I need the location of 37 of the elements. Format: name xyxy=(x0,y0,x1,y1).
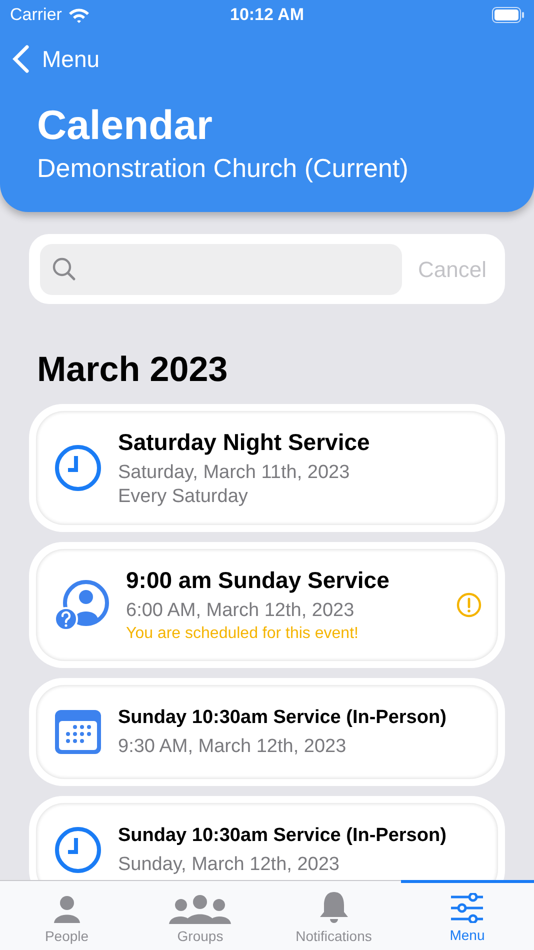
tab-item[interactable]: Notifications xyxy=(267,881,400,950)
page-title: Calendar xyxy=(37,100,214,150)
event-card[interactable]: Sunday 10:30am Service (In-Person) Sunday, March 12th, 2023 xyxy=(29,796,505,880)
tab-item[interactable]: People xyxy=(0,881,134,950)
person-question-icon xyxy=(54,579,110,631)
event-card[interactable]: Sunday 10:30am Service (In-Person) 9:30 AM, March 12th, 2023 xyxy=(29,678,505,786)
person-icon xyxy=(52,894,82,924)
event-detail: Every Saturday xyxy=(118,485,249,509)
wifi-icon xyxy=(68,7,90,23)
clock-icon xyxy=(54,444,102,492)
event-title: Sunday 10:30am Service (In-Person) xyxy=(118,824,448,848)
event-card[interactable]: 9:00 am Sunday Service 6:00 AM, March 12th, 2023 You are scheduled for this event! xyxy=(29,542,505,668)
group-icon xyxy=(169,894,232,924)
event-title: Sunday 10:30am Service (In-Person) xyxy=(118,706,448,730)
bell-icon xyxy=(318,890,350,924)
section-heading: March 2023 xyxy=(36,349,229,391)
calendar-icon xyxy=(54,709,102,755)
event-title: 9:00 am Sunday Service xyxy=(126,566,390,595)
event-detail: Sunday, March 12th, 2023 xyxy=(118,853,340,877)
tab-item[interactable]: Menu xyxy=(400,880,534,949)
battery-icon xyxy=(492,7,524,23)
chevron-left-icon xyxy=(12,45,30,74)
event-detail: 6:00 AM, March 12th, 2023 xyxy=(126,599,356,623)
event-detail: Saturday, March 11th, 2023 xyxy=(118,461,351,485)
search-icon xyxy=(52,257,76,281)
sliders-icon xyxy=(450,893,484,923)
clock-icon xyxy=(54,826,102,874)
carrier-label: Carrier xyxy=(10,4,62,26)
tab-item[interactable]: Groups xyxy=(134,881,267,950)
search-field[interactable] xyxy=(40,244,402,294)
event-detail: 9:30 AM, March 12th, 2023 xyxy=(118,735,348,759)
event-card[interactable]: Saturday Night Service Saturday, March 11th, 2023 Every Saturday xyxy=(29,404,505,532)
page-subtitle: Demonstration Church (Current) xyxy=(37,152,410,184)
status-time: 10:12 AM xyxy=(230,4,304,26)
back-button[interactable]: Menu xyxy=(12,42,100,76)
schedule-notice: You are scheduled for this event! xyxy=(126,624,360,644)
event-title: Saturday Night Service xyxy=(118,428,371,457)
